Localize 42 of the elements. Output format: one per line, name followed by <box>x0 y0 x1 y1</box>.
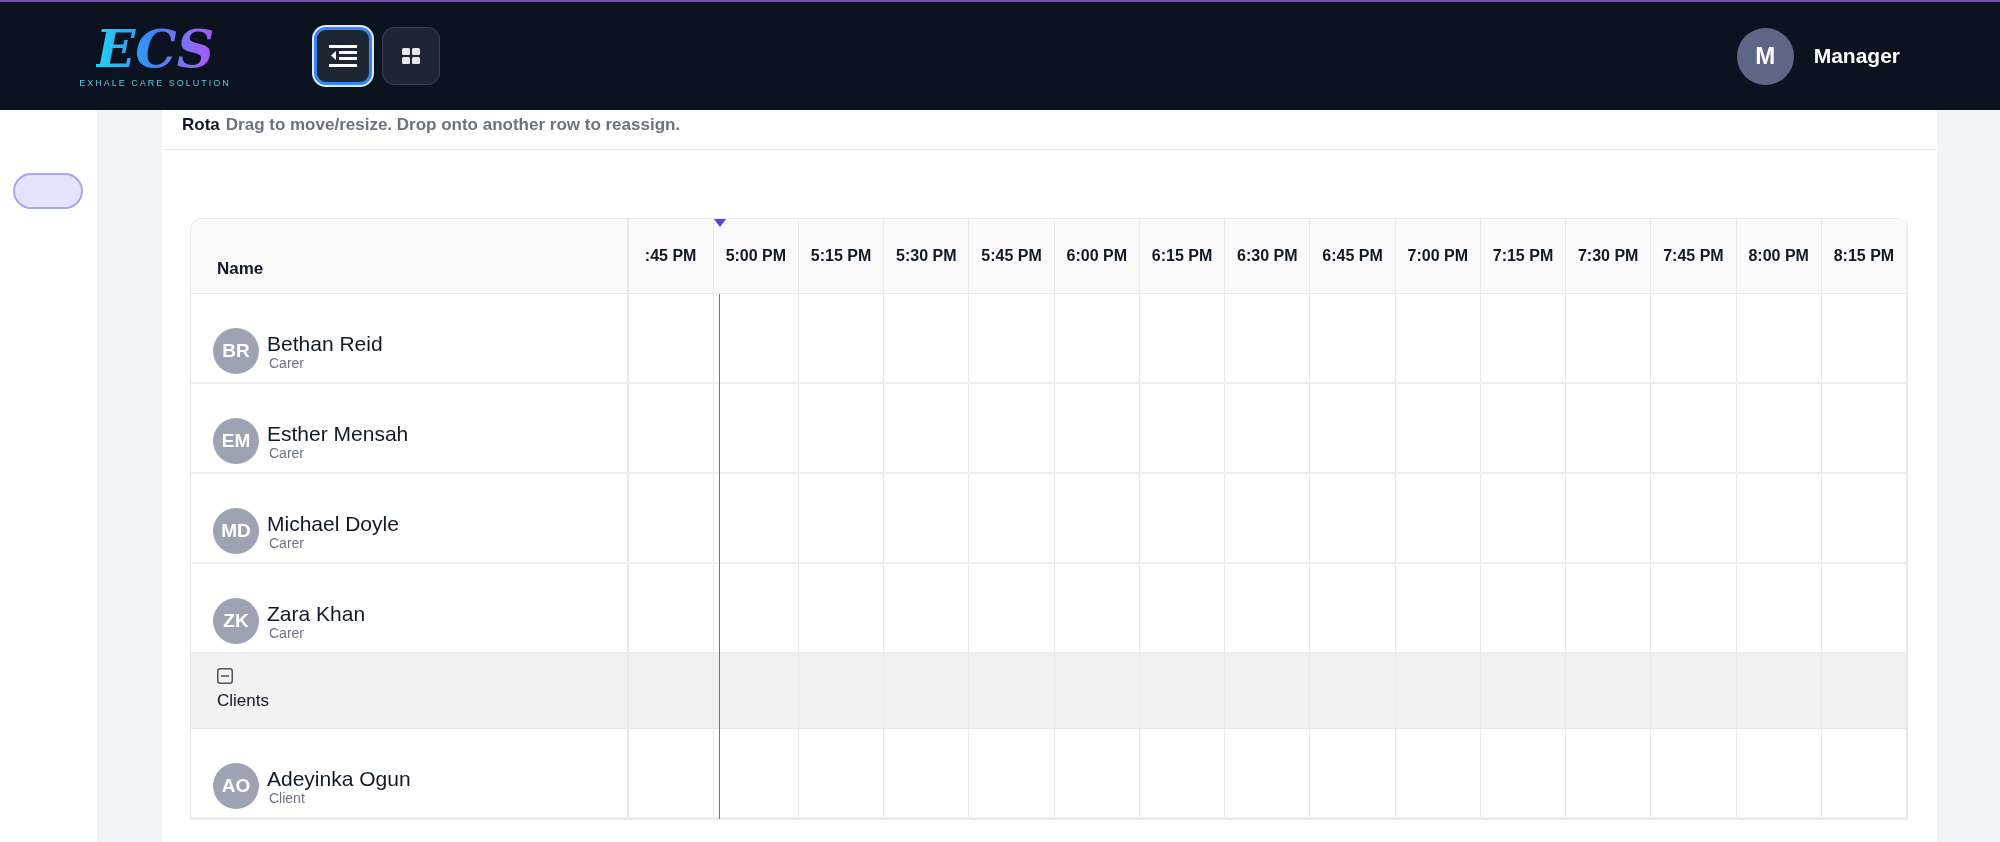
person-role: Carer <box>268 626 305 640</box>
person-role: Carer <box>268 446 305 460</box>
list-view-button[interactable] <box>314 27 372 85</box>
list-collapse-icon <box>329 45 357 67</box>
time-column-header: 6:00 PM <box>1066 246 1128 266</box>
time-column-header: 5:30 PM <box>896 246 957 266</box>
grid-view-button[interactable] <box>382 27 440 85</box>
time-column-header: 6:30 PM <box>1237 246 1298 266</box>
person-name: Esther Mensah <box>267 422 409 446</box>
person-name: Bethan Reid <box>267 332 383 356</box>
rota-title: Rota <box>182 114 220 136</box>
time-column-header: 7:00 PM <box>1407 246 1468 266</box>
time-column-header: 5:15 PM <box>810 246 872 266</box>
user-name[interactable]: Manager <box>1813 40 1900 72</box>
time-column-header: 7:15 PM <box>1492 246 1554 266</box>
time-column-header: 8:00 PM <box>1748 246 1809 266</box>
person-name: Adeyinka Ogun <box>267 767 411 791</box>
collapse-icon[interactable] <box>217 668 233 685</box>
initials-avatar: EM <box>213 418 259 464</box>
initials-avatar: MD <box>213 508 259 554</box>
time-column-header: 6:45 PM <box>1322 246 1383 266</box>
time-column-header: 5:45 PM <box>981 246 1042 266</box>
time-column-header: 5:00 PM <box>725 246 787 266</box>
initials-avatar: AO <box>213 763 259 809</box>
grid-icon <box>402 48 420 64</box>
person-name: Zara Khan <box>267 602 366 626</box>
time-column-header: 8:15 PM <box>1833 246 1895 266</box>
person-role: Carer <box>268 536 305 550</box>
group-label: Clients <box>217 690 270 713</box>
person-name: Michael Doyle <box>267 512 399 536</box>
initials-avatar: ZK <box>213 598 259 644</box>
initials-avatar: BR <box>213 328 259 374</box>
logo-subtitle: EXHALE CARE SOLUTION <box>79 77 231 91</box>
name-column-header: Name <box>217 257 264 280</box>
time-column-header: 7:45 PM <box>1663 246 1724 266</box>
time-column-header: 6:15 PM <box>1151 246 1213 266</box>
rota-hint: Drag to move/resize. Drop onto another row to reassign. <box>225 114 681 136</box>
time-column-header: :45 PM <box>644 246 697 266</box>
time-column-header: 7:30 PM <box>1577 246 1639 266</box>
user-avatar[interactable]: M <box>1736 27 1794 85</box>
person-role: Client <box>268 791 306 805</box>
person-role: Carer <box>268 356 305 370</box>
